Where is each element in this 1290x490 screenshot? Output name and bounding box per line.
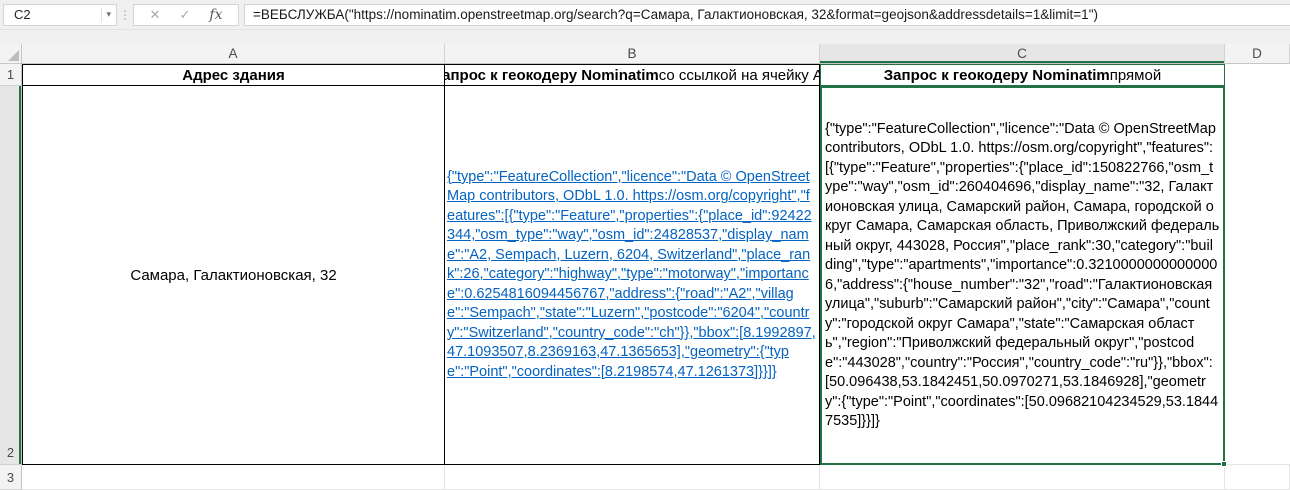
cell-a3[interactable] — [22, 465, 445, 490]
formula-text: =ВЕБСЛУЖБА("https://nominatim.openstreet… — [253, 7, 1098, 22]
column-header-b[interactable]: B — [445, 44, 820, 64]
cell-c1[interactable]: Запрос к геокодеру Nominatim прямой — [820, 64, 1225, 86]
cell-d3[interactable] — [1225, 465, 1290, 490]
select-all-corner[interactable] — [0, 44, 22, 64]
column-header-c[interactable]: C — [820, 44, 1225, 64]
formula-bar-resize-handle-icon[interactable]: ⋮ — [117, 8, 133, 22]
cell-b1[interactable]: Запрос к геокодеру Nominatim со ссылкой … — [445, 64, 820, 86]
insert-function-icon[interactable]: fx — [209, 8, 222, 22]
cell-a1[interactable]: Адрес здания — [22, 64, 445, 86]
fill-handle[interactable] — [1221, 461, 1227, 467]
name-box[interactable]: C2 ▾ — [3, 4, 117, 26]
spreadsheet-grid: A B C D 1 Адрес здания Запрос к геокодер… — [0, 44, 1290, 490]
cancel-icon[interactable]: ✕ — [150, 8, 161, 21]
ribbon-spacer — [0, 30, 1290, 44]
enter-icon[interactable]: ✓ — [179, 8, 190, 21]
cell-b2[interactable]: {"type":"FeatureCollection","licence":"D… — [445, 86, 820, 465]
column-header-a[interactable]: A — [22, 44, 445, 64]
column-header-d[interactable]: D — [1225, 44, 1290, 64]
row-header-1[interactable]: 1 — [0, 64, 22, 86]
cell-b1-normal-text: со ссылкой на ячейку A2 — [659, 67, 820, 84]
formula-bar-buttons: ✕ ✓ fx — [133, 4, 239, 26]
cell-b3[interactable] — [445, 465, 820, 490]
cell-d2[interactable] — [1225, 86, 1290, 465]
cell-c2-selected[interactable]: {"type":"FeatureCollection","licence":"D… — [820, 86, 1225, 465]
name-box-value: C2 — [14, 7, 31, 22]
cell-c2-json: {"type":"FeatureCollection","licence":"D… — [825, 120, 1220, 432]
row-header-2[interactable]: 2 — [0, 86, 22, 465]
cell-b1-bold-text: Запрос к геокодеру Nominatim — [445, 67, 659, 84]
cell-b2-hyperlink-json[interactable]: {"type":"FeatureCollection","licence":"D… — [447, 168, 817, 383]
cell-c1-bold-text: Запрос к геокодеру Nominatim — [884, 67, 1110, 84]
cell-c1-normal-text: прямой — [1110, 67, 1161, 84]
row-header-3[interactable]: 3 — [0, 465, 22, 490]
cell-c3[interactable] — [820, 465, 1225, 490]
name-box-dropdown-icon[interactable]: ▾ — [101, 8, 111, 22]
formula-input[interactable]: =ВЕБСЛУЖБА("https://nominatim.openstreet… — [244, 4, 1290, 26]
cell-d1[interactable] — [1225, 64, 1290, 86]
cell-a2[interactable]: Самара, Галактионовская, 32 — [22, 86, 445, 465]
formula-bar-row: C2 ▾ ⋮ ✕ ✓ fx =ВЕБСЛУЖБА("https://nomina… — [0, 0, 1290, 30]
